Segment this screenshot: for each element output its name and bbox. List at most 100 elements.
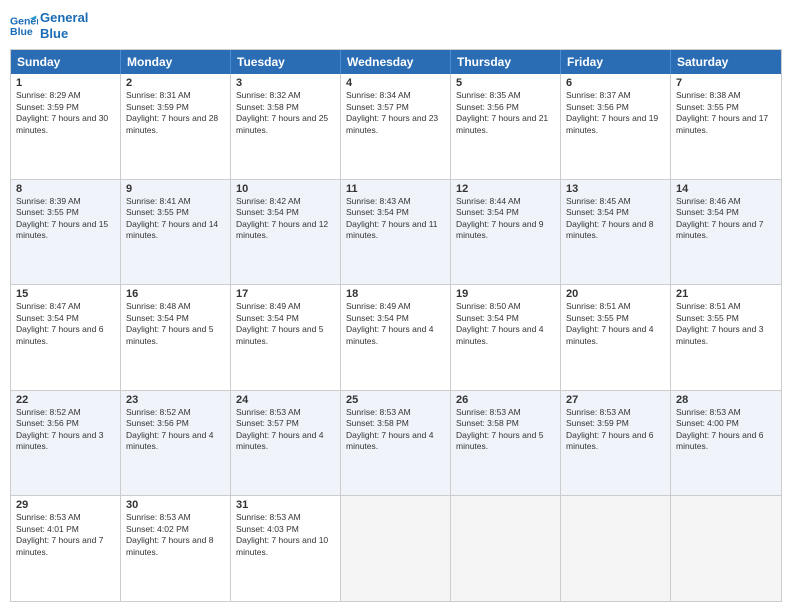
cell-info: Sunrise: 8:53 AMSunset: 3:58 PMDaylight:… [456,407,543,451]
day-number: 20 [566,288,665,300]
svg-text:Blue: Blue [10,25,33,37]
weekday-header: Saturday [671,50,781,74]
calendar-cell: 16 Sunrise: 8:48 AMSunset: 3:54 PMDaylig… [121,285,231,390]
cell-info: Sunrise: 8:29 AMSunset: 3:59 PMDaylight:… [16,90,108,134]
weekday-header: Tuesday [231,50,341,74]
day-number: 28 [676,394,776,406]
day-number: 18 [346,288,445,300]
calendar-cell: 9 Sunrise: 8:41 AMSunset: 3:55 PMDayligh… [121,180,231,285]
calendar-cell: 29 Sunrise: 8:53 AMSunset: 4:01 PMDaylig… [11,496,121,601]
cell-info: Sunrise: 8:46 AMSunset: 3:54 PMDaylight:… [676,196,763,240]
calendar-cell: 4 Sunrise: 8:34 AMSunset: 3:57 PMDayligh… [341,74,451,179]
calendar-row: 29 Sunrise: 8:53 AMSunset: 4:01 PMDaylig… [11,495,781,601]
day-number: 31 [236,499,335,511]
logo-icon: General Blue [10,12,38,40]
calendar-row: 1 Sunrise: 8:29 AMSunset: 3:59 PMDayligh… [11,74,781,179]
day-number: 30 [126,499,225,511]
weekday-header: Monday [121,50,231,74]
day-number: 12 [456,183,555,195]
logo-blue: Blue [40,26,88,42]
day-number: 5 [456,77,555,89]
day-number: 22 [16,394,115,406]
calendar-cell: 13 Sunrise: 8:45 AMSunset: 3:54 PMDaylig… [561,180,671,285]
day-number: 11 [346,183,445,195]
day-number: 19 [456,288,555,300]
calendar-cell: 1 Sunrise: 8:29 AMSunset: 3:59 PMDayligh… [11,74,121,179]
cell-info: Sunrise: 8:51 AMSunset: 3:55 PMDaylight:… [566,301,653,345]
cell-info: Sunrise: 8:53 AMSunset: 3:58 PMDaylight:… [346,407,433,451]
cell-info: Sunrise: 8:53 AMSunset: 4:03 PMDaylight:… [236,512,328,556]
calendar-cell [451,496,561,601]
calendar-cell: 10 Sunrise: 8:42 AMSunset: 3:54 PMDaylig… [231,180,341,285]
weekday-header: Friday [561,50,671,74]
calendar-cell: 20 Sunrise: 8:51 AMSunset: 3:55 PMDaylig… [561,285,671,390]
cell-info: Sunrise: 8:49 AMSunset: 3:54 PMDaylight:… [236,301,323,345]
calendar-cell: 26 Sunrise: 8:53 AMSunset: 3:58 PMDaylig… [451,391,561,496]
cell-info: Sunrise: 8:53 AMSunset: 4:01 PMDaylight:… [16,512,103,556]
cell-info: Sunrise: 8:48 AMSunset: 3:54 PMDaylight:… [126,301,213,345]
day-number: 13 [566,183,665,195]
calendar: SundayMondayTuesdayWednesdayThursdayFrid… [10,49,782,602]
day-number: 6 [566,77,665,89]
page: General Blue General Blue SundayMondayTu… [0,0,792,612]
calendar-cell: 5 Sunrise: 8:35 AMSunset: 3:56 PMDayligh… [451,74,561,179]
calendar-cell [561,496,671,601]
calendar-cell: 21 Sunrise: 8:51 AMSunset: 3:55 PMDaylig… [671,285,781,390]
cell-info: Sunrise: 8:35 AMSunset: 3:56 PMDaylight:… [456,90,548,134]
cell-info: Sunrise: 8:45 AMSunset: 3:54 PMDaylight:… [566,196,653,240]
calendar-cell: 23 Sunrise: 8:52 AMSunset: 3:56 PMDaylig… [121,391,231,496]
calendar-cell: 12 Sunrise: 8:44 AMSunset: 3:54 PMDaylig… [451,180,561,285]
calendar-row: 15 Sunrise: 8:47 AMSunset: 3:54 PMDaylig… [11,284,781,390]
day-number: 25 [346,394,445,406]
cell-info: Sunrise: 8:41 AMSunset: 3:55 PMDaylight:… [126,196,218,240]
calendar-cell: 25 Sunrise: 8:53 AMSunset: 3:58 PMDaylig… [341,391,451,496]
calendar-body: 1 Sunrise: 8:29 AMSunset: 3:59 PMDayligh… [11,74,781,601]
weekday-header: Sunday [11,50,121,74]
day-number: 8 [16,183,115,195]
day-number: 14 [676,183,776,195]
logo: General Blue General Blue [10,10,88,41]
cell-info: Sunrise: 8:31 AMSunset: 3:59 PMDaylight:… [126,90,218,134]
calendar-cell: 15 Sunrise: 8:47 AMSunset: 3:54 PMDaylig… [11,285,121,390]
cell-info: Sunrise: 8:38 AMSunset: 3:55 PMDaylight:… [676,90,768,134]
calendar-row: 22 Sunrise: 8:52 AMSunset: 3:56 PMDaylig… [11,390,781,496]
cell-info: Sunrise: 8:47 AMSunset: 3:54 PMDaylight:… [16,301,103,345]
calendar-cell: 18 Sunrise: 8:49 AMSunset: 3:54 PMDaylig… [341,285,451,390]
calendar-cell: 22 Sunrise: 8:52 AMSunset: 3:56 PMDaylig… [11,391,121,496]
cell-info: Sunrise: 8:50 AMSunset: 3:54 PMDaylight:… [456,301,543,345]
day-number: 9 [126,183,225,195]
calendar-cell: 6 Sunrise: 8:37 AMSunset: 3:56 PMDayligh… [561,74,671,179]
cell-info: Sunrise: 8:49 AMSunset: 3:54 PMDaylight:… [346,301,433,345]
day-number: 23 [126,394,225,406]
cell-info: Sunrise: 8:52 AMSunset: 3:56 PMDaylight:… [16,407,103,451]
day-number: 3 [236,77,335,89]
cell-info: Sunrise: 8:44 AMSunset: 3:54 PMDaylight:… [456,196,543,240]
cell-info: Sunrise: 8:53 AMSunset: 4:02 PMDaylight:… [126,512,213,556]
calendar-cell: 24 Sunrise: 8:53 AMSunset: 3:57 PMDaylig… [231,391,341,496]
day-number: 4 [346,77,445,89]
calendar-row: 8 Sunrise: 8:39 AMSunset: 3:55 PMDayligh… [11,179,781,285]
calendar-cell: 31 Sunrise: 8:53 AMSunset: 4:03 PMDaylig… [231,496,341,601]
header: General Blue General Blue [10,10,782,41]
day-number: 17 [236,288,335,300]
day-number: 26 [456,394,555,406]
calendar-cell: 7 Sunrise: 8:38 AMSunset: 3:55 PMDayligh… [671,74,781,179]
day-number: 7 [676,77,776,89]
cell-info: Sunrise: 8:32 AMSunset: 3:58 PMDaylight:… [236,90,328,134]
calendar-cell: 3 Sunrise: 8:32 AMSunset: 3:58 PMDayligh… [231,74,341,179]
calendar-cell: 27 Sunrise: 8:53 AMSunset: 3:59 PMDaylig… [561,391,671,496]
calendar-cell: 28 Sunrise: 8:53 AMSunset: 4:00 PMDaylig… [671,391,781,496]
weekday-header: Thursday [451,50,561,74]
calendar-cell: 11 Sunrise: 8:43 AMSunset: 3:54 PMDaylig… [341,180,451,285]
calendar-cell: 2 Sunrise: 8:31 AMSunset: 3:59 PMDayligh… [121,74,231,179]
cell-info: Sunrise: 8:53 AMSunset: 4:00 PMDaylight:… [676,407,763,451]
day-number: 24 [236,394,335,406]
calendar-cell: 14 Sunrise: 8:46 AMSunset: 3:54 PMDaylig… [671,180,781,285]
day-number: 1 [16,77,115,89]
cell-info: Sunrise: 8:34 AMSunset: 3:57 PMDaylight:… [346,90,438,134]
calendar-cell [341,496,451,601]
calendar-header: SundayMondayTuesdayWednesdayThursdayFrid… [11,50,781,74]
cell-info: Sunrise: 8:43 AMSunset: 3:54 PMDaylight:… [346,196,438,240]
cell-info: Sunrise: 8:37 AMSunset: 3:56 PMDaylight:… [566,90,658,134]
day-number: 16 [126,288,225,300]
